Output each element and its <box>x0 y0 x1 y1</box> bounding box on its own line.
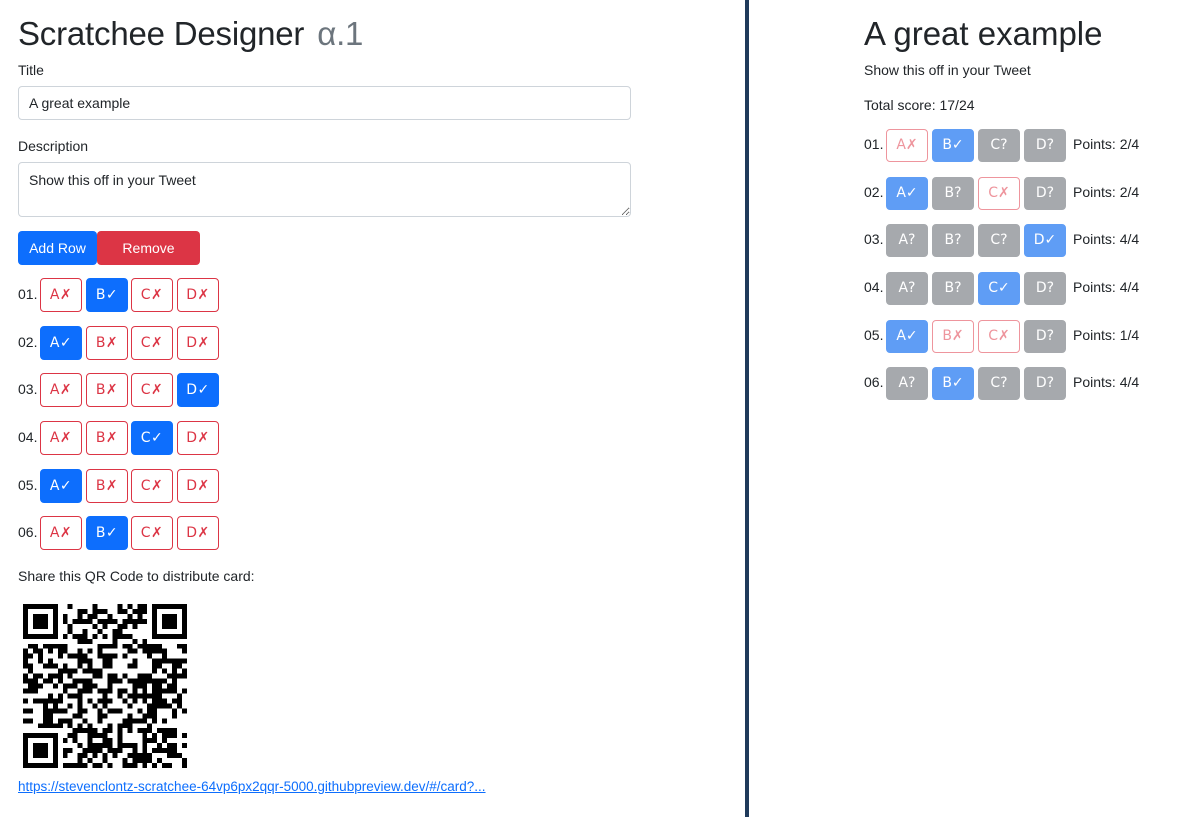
answer-row: 05. A✓ B✗ C✗ D✗ <box>18 469 278 503</box>
option-toggle-d[interactable]: D✗ <box>177 326 219 360</box>
qr-code <box>23 604 187 768</box>
scratch-option-d[interactable]: D? <box>1024 129 1066 162</box>
scratch-option-a[interactable]: A? <box>886 224 928 257</box>
scratch-option-b[interactable]: B? <box>932 272 974 305</box>
row-points: Points: 4/4 <box>1073 374 1140 390</box>
share-label: Share this QR Code to distribute card: <box>18 568 255 584</box>
option-toggle-d[interactable]: D✗ <box>177 469 219 503</box>
scratch-option-b[interactable]: B✗ <box>932 320 974 353</box>
share-link[interactable]: https://stevenclontz-scratchee-64vp6px2q… <box>18 779 486 794</box>
option-toggle-a[interactable]: A✗ <box>40 516 82 550</box>
answer-row: 02. A✓ B✗ C✗ D✗ <box>18 326 278 360</box>
scratch-option-d[interactable]: D? <box>1024 367 1066 400</box>
card-row: 02. A✓ B? C✗ D? Points: 2/4 <box>864 177 1184 211</box>
option-toggle-d[interactable]: D✓ <box>177 373 219 407</box>
scratch-option-a[interactable]: A✓ <box>886 177 928 210</box>
option-toggle-d[interactable]: D✗ <box>177 421 219 455</box>
row-number: 02. <box>864 184 884 200</box>
row-number: 04. <box>18 429 38 445</box>
option-toggle-d[interactable]: D✗ <box>177 516 219 550</box>
row-number: 01. <box>864 136 884 152</box>
scratch-option-b[interactable]: B? <box>932 224 974 257</box>
row-number: 02. <box>18 334 38 350</box>
row-number: 04. <box>864 279 884 295</box>
row-points: Points: 4/4 <box>1073 231 1140 247</box>
version-label: α.1 <box>317 15 364 52</box>
designer-pane: Scratchee Designer α.1 Title Description… <box>0 0 745 817</box>
option-toggle-c[interactable]: C✗ <box>131 516 173 550</box>
scratch-option-a[interactable]: A? <box>886 367 928 400</box>
description-label: Description <box>18 138 89 154</box>
option-toggle-c[interactable]: C✗ <box>131 469 173 503</box>
scratch-option-d[interactable]: D? <box>1024 320 1066 353</box>
scratch-option-a[interactable]: A✗ <box>886 129 928 162</box>
scratch-option-d[interactable]: D? <box>1024 177 1066 210</box>
scratch-option-b[interactable]: B✓ <box>932 367 974 400</box>
option-toggle-a[interactable]: A✓ <box>40 326 82 360</box>
option-toggle-c[interactable]: C✗ <box>131 278 173 312</box>
card-row: 03. A? B? C? D✓ Points: 4/4 <box>864 224 1184 258</box>
row-number: 05. <box>864 327 884 343</box>
row-points: Points: 4/4 <box>1073 279 1140 295</box>
answer-row: 06. A✗ B✓ C✗ D✗ <box>18 516 278 550</box>
add-row-button[interactable]: Add Row <box>18 231 97 265</box>
option-toggle-b[interactable]: B✓ <box>86 278 128 312</box>
card-description: Show this off in your Tweet <box>864 62 1031 78</box>
row-points: Points: 1/4 <box>1073 327 1140 343</box>
page-title: Scratchee Designer α.1 <box>18 14 363 54</box>
card-row: 04. A? B? C✓ D? Points: 4/4 <box>864 272 1184 306</box>
option-toggle-b[interactable]: B✗ <box>86 373 128 407</box>
option-toggle-c[interactable]: C✗ <box>131 373 173 407</box>
scratch-option-d[interactable]: D✓ <box>1024 224 1066 257</box>
remove-row-button[interactable]: Remove Row <box>97 231 200 290</box>
description-textarea[interactable]: Show this off in your Tweet <box>18 162 631 217</box>
row-number: 06. <box>864 374 884 390</box>
row-number: 06. <box>18 524 38 540</box>
scratch-option-c[interactable]: C? <box>978 129 1020 162</box>
app-title: Scratchee Designer <box>18 15 305 52</box>
card-row: 06. A? B✓ C? D? Points: 4/4 <box>864 367 1184 401</box>
row-number: 03. <box>18 381 38 397</box>
option-toggle-c[interactable]: C✓ <box>131 421 173 455</box>
option-toggle-b[interactable]: B✗ <box>86 326 128 360</box>
scratch-option-b[interactable]: B? <box>932 177 974 210</box>
answer-row: 04. A✗ B✗ C✓ D✗ <box>18 421 278 455</box>
row-points: Points: 2/4 <box>1073 184 1140 200</box>
scratch-option-c[interactable]: C? <box>978 367 1020 400</box>
card-title: A great example <box>864 15 1103 52</box>
card-row: 01. A✗ B✓ C? D? Points: 2/4 <box>864 129 1184 163</box>
option-toggle-d[interactable]: D✗ <box>177 278 219 312</box>
scratch-option-c[interactable]: C✓ <box>978 272 1020 305</box>
title-input[interactable] <box>18 86 631 120</box>
card-row: 05. A✓ B✗ C✗ D? Points: 1/4 <box>864 320 1184 354</box>
option-toggle-b[interactable]: B✗ <box>86 469 128 503</box>
title-label: Title <box>18 62 44 78</box>
scratch-option-c[interactable]: C✗ <box>978 320 1020 353</box>
scratch-option-d[interactable]: D? <box>1024 272 1066 305</box>
row-number: 03. <box>864 231 884 247</box>
option-toggle-a[interactable]: A✓ <box>40 469 82 503</box>
scratch-option-a[interactable]: A? <box>886 272 928 305</box>
scratch-option-c[interactable]: C? <box>978 224 1020 257</box>
scratch-option-b[interactable]: B✓ <box>932 129 974 162</box>
total-score: Total score: 17/24 <box>864 97 975 113</box>
option-toggle-a[interactable]: A✗ <box>40 421 82 455</box>
option-toggle-b[interactable]: B✓ <box>86 516 128 550</box>
option-toggle-a[interactable]: A✗ <box>40 278 82 312</box>
option-toggle-c[interactable]: C✗ <box>131 326 173 360</box>
row-number: 01. <box>18 286 38 302</box>
answer-row: 01. A✗ B✓ C✗ D✗ <box>18 278 278 312</box>
scratch-option-c[interactable]: C✗ <box>978 177 1020 210</box>
row-number: 05. <box>18 477 38 493</box>
answer-row: 03. A✗ B✗ C✗ D✓ <box>18 373 278 407</box>
card-preview-pane: A great example Show this off in your Tw… <box>749 0 1200 817</box>
row-points: Points: 2/4 <box>1073 136 1140 152</box>
option-toggle-a[interactable]: A✗ <box>40 373 82 407</box>
scratch-option-a[interactable]: A✓ <box>886 320 928 353</box>
option-toggle-b[interactable]: B✗ <box>86 421 128 455</box>
